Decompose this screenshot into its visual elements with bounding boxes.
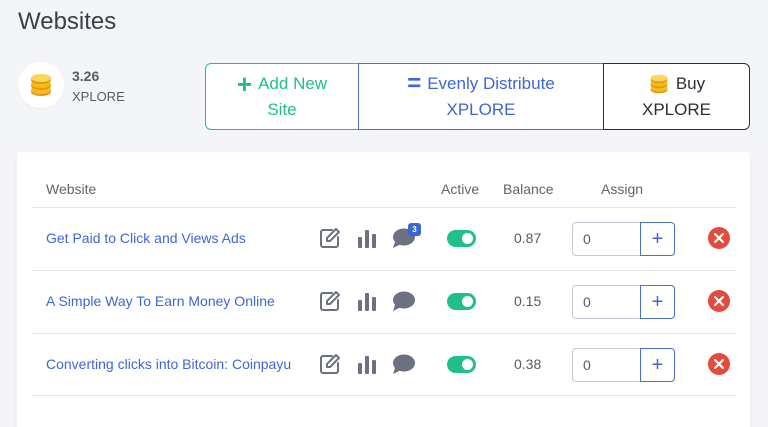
table-row: Converting clicks into Bitcoin: Coinpayu… [32, 333, 736, 396]
add-site-label-line1: Add New [258, 73, 328, 93]
add-site-label-line2: Site [267, 99, 297, 119]
websites-table-card: Website Active Balance Assign Get Paid t… [17, 152, 750, 427]
edit-icon[interactable] [319, 227, 341, 249]
coins-icon [650, 74, 668, 93]
remove-site-button[interactable] [708, 353, 730, 375]
close-icon [714, 233, 724, 243]
wallet-badge [18, 62, 64, 108]
column-header-active: Active [441, 181, 480, 197]
edit-icon[interactable] [319, 353, 341, 375]
remove-site-button[interactable] [708, 227, 730, 249]
table-row: A Simple Way To Earn Money Online 0.15 + [32, 270, 736, 333]
comment-icon[interactable] [392, 353, 416, 375]
column-header-balance: Balance [503, 181, 554, 197]
evenly-distribute-button[interactable]: = Evenly Distribute XPLORE [358, 63, 604, 130]
close-icon [714, 296, 724, 306]
assign-add-button[interactable]: + [640, 348, 675, 382]
website-link[interactable]: Get Paid to Click and Views Ads [46, 230, 246, 246]
bar-chart-icon[interactable] [357, 291, 377, 311]
assign-amount-input[interactable] [572, 348, 641, 382]
coins-icon [31, 74, 51, 96]
assign-add-button[interactable]: + [640, 222, 675, 256]
comment-icon[interactable] [392, 290, 416, 312]
distribute-label-line1: Evenly Distribute [427, 73, 555, 93]
active-toggle[interactable] [447, 356, 476, 373]
column-header-assign: Assign [601, 181, 644, 197]
bar-chart-icon[interactable] [357, 354, 377, 374]
add-new-site-button[interactable]: + Add New Site [205, 63, 359, 130]
buy-label-line1: Buy [675, 73, 706, 93]
buy-xplore-button[interactable]: Buy XPLORE [603, 63, 750, 130]
assign-amount-input[interactable] [572, 222, 641, 256]
remove-site-button[interactable] [708, 290, 730, 312]
distribute-label-line2: XPLORE [446, 99, 516, 119]
website-link[interactable]: A Simple Way To Earn Money Online [46, 293, 275, 309]
active-toggle[interactable] [447, 230, 476, 247]
buy-label-line2: XPLORE [642, 99, 711, 119]
column-header-website: Website [46, 181, 97, 197]
active-toggle[interactable] [447, 293, 476, 310]
wallet-amount: 3.26 [72, 68, 100, 84]
assign-amount-input[interactable] [572, 285, 641, 319]
plus-icon: + [236, 68, 253, 99]
equals-icon: = [407, 69, 422, 97]
close-icon [714, 359, 724, 369]
message-count-badge: 3 [408, 223, 421, 236]
assign-add-button[interactable]: + [640, 285, 675, 319]
row-balance: 0.87 [514, 230, 542, 246]
row-balance: 0.15 [514, 293, 542, 309]
page-title: Websites [18, 8, 117, 35]
bar-chart-icon[interactable] [357, 228, 377, 248]
website-link[interactable]: Converting clicks into Bitcoin: Coinpayu [46, 356, 291, 372]
edit-icon[interactable] [319, 290, 341, 312]
table-row: Get Paid to Click and Views Ads 3 0.87 + [32, 207, 736, 270]
wallet-currency: XPLORE [72, 89, 125, 104]
row-balance: 0.38 [514, 356, 542, 372]
